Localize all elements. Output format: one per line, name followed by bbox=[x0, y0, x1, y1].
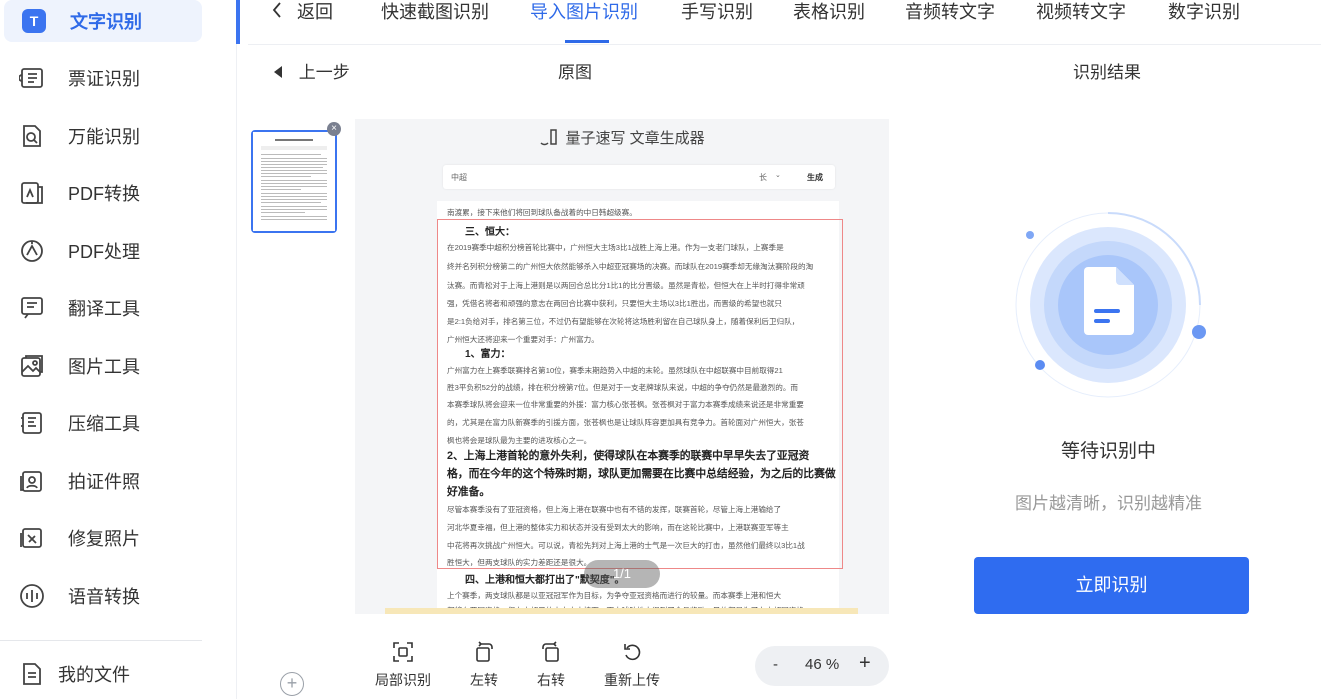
sidebar-item-id-photo[interactable]: 拍证件照 bbox=[0, 460, 236, 502]
sidebar-item-repair-photo[interactable]: 修复照片 bbox=[0, 517, 236, 559]
sidebar-item-label: 万能识别 bbox=[68, 127, 140, 147]
sidebar-item-label: 拍证件照 bbox=[68, 472, 140, 492]
image-preview: 量子速写 文章生成器 中超 长 ⌄ 生成 南渡累，接下来他们将回到球队备战着的中… bbox=[355, 119, 889, 614]
sidebar-item-compress[interactable]: 压缩工具 bbox=[0, 402, 236, 444]
add-image-icon[interactable]: + bbox=[280, 672, 304, 696]
sidebar-item-voice[interactable]: 语音转换 bbox=[0, 575, 236, 617]
tab-import-image[interactable]: 导入图片识别 bbox=[530, 0, 638, 44]
sidebar-item-translate[interactable]: 翻译工具 bbox=[0, 287, 236, 329]
sidebar: T 文字识别 票证识别 万能识别 PDF转换 PDF处理 翻译工具 图片工具 压… bbox=[0, 0, 237, 699]
prev-step-label: 上一步 bbox=[298, 63, 350, 82]
doc-intro: 南渡累，接下来他们将回到球队备战着的中日韩超级赛。 bbox=[447, 208, 637, 217]
sidebar-item-pdf-convert[interactable]: PDF转换 bbox=[0, 172, 236, 214]
tab-table[interactable]: 表格识别 bbox=[793, 0, 865, 44]
preview-generate-label: 生成 bbox=[807, 173, 823, 182]
sidebar-item-universal[interactable]: 万能识别 bbox=[0, 115, 236, 157]
text-recognition-icon: T bbox=[22, 9, 46, 33]
sidebar-item-image-tool[interactable]: 图片工具 bbox=[0, 345, 236, 387]
tab-quick-screenshot[interactable]: 快速截图识别 bbox=[381, 0, 489, 44]
chevron-left-icon bbox=[272, 0, 286, 24]
pdf-convert-icon bbox=[18, 179, 46, 207]
recognition-hint: 图片越清晰，识别越精准 bbox=[1015, 494, 1202, 513]
pen-icon bbox=[539, 127, 561, 151]
id-photo-icon bbox=[18, 467, 46, 495]
rotate-right-icon bbox=[542, 641, 559, 662]
sidebar-item-label: 翻译工具 bbox=[68, 299, 140, 319]
reupload-button[interactable]: 重新上传 bbox=[601, 640, 663, 690]
preview-chevron-icon: ⌄ bbox=[775, 172, 781, 179]
tab-video-to-text[interactable]: 视频转文字 bbox=[1036, 0, 1126, 44]
preview-input-text: 中超 bbox=[451, 173, 467, 182]
preview-app-title-row: 量子速写 文章生成器 bbox=[355, 127, 889, 151]
sidebar-item-text-recognition[interactable]: T 文字识别 bbox=[4, 0, 202, 42]
tab-audio-to-text[interactable]: 音频转文字 bbox=[905, 0, 995, 44]
sidebar-item-pdf-process[interactable]: PDF处理 bbox=[0, 230, 236, 272]
sidebar-item-ticket[interactable]: 票证识别 bbox=[0, 57, 236, 99]
preview-app-title: 量子速写 文章生成器 bbox=[565, 130, 705, 147]
compress-icon bbox=[18, 409, 46, 437]
detection-region-box bbox=[437, 219, 843, 569]
zoom-out-button[interactable]: - bbox=[773, 656, 778, 673]
sidebar-item-label: PDF处理 bbox=[68, 242, 140, 262]
zoom-control: - 46 % + bbox=[755, 646, 889, 686]
page-indicator: 1/1 bbox=[584, 560, 660, 588]
pdf-process-icon bbox=[18, 237, 46, 265]
zoom-in-button[interactable]: + bbox=[859, 652, 871, 675]
active-tab-underline bbox=[565, 40, 609, 43]
preview-input-bar: 中超 长 ⌄ 生成 bbox=[443, 165, 835, 189]
sidebar-item-label: 语音转换 bbox=[68, 587, 140, 607]
sidebar-divider bbox=[0, 640, 202, 641]
sidebar-item-label: PDF转换 bbox=[68, 184, 140, 204]
repair-photo-icon bbox=[18, 524, 46, 552]
tool-label: 右转 bbox=[537, 672, 565, 688]
sidebar-item-label: 我的文件 bbox=[58, 665, 130, 685]
rotate-left-button[interactable]: 左转 bbox=[466, 640, 502, 690]
reupload-icon bbox=[624, 644, 641, 661]
top-tab-bar: 返回 快速截图识别 导入图片识别 手写识别 表格识别 音频转文字 视频转文字 数… bbox=[248, 0, 1321, 45]
document-waiting-icon bbox=[1015, 212, 1206, 398]
sidebar-item-label: 票证识别 bbox=[68, 69, 140, 89]
zoom-value: 46 % bbox=[805, 656, 840, 673]
rotate-left-icon bbox=[476, 641, 493, 662]
translate-icon bbox=[18, 294, 46, 322]
sidebar-item-label: 修复照片 bbox=[68, 529, 140, 549]
recognition-status: 等待识别中 bbox=[1061, 441, 1157, 462]
caret-left-icon bbox=[274, 63, 284, 83]
back-label: 返回 bbox=[297, 2, 334, 22]
preview-length-select: 长 bbox=[759, 173, 767, 182]
document-edge-strip bbox=[385, 608, 858, 614]
waiting-illustration bbox=[1010, 205, 1210, 405]
my-files-icon bbox=[18, 660, 46, 688]
back-button[interactable]: 返回 bbox=[272, 0, 333, 44]
tool-label: 局部识别 bbox=[375, 672, 431, 688]
remove-thumbnail-icon[interactable]: × bbox=[327, 122, 341, 136]
partial-recognize-icon bbox=[393, 642, 413, 662]
prev-step-button[interactable]: 上一步 bbox=[274, 58, 350, 83]
sidebar-item-label: 图片工具 bbox=[68, 357, 140, 377]
voice-icon bbox=[18, 582, 46, 610]
thumbnail-preview-icon bbox=[253, 132, 335, 231]
doc-line: 上个赛季，两支球队都是以亚冠冠军作为目标，为争夺亚冠资格而进行的较量。而本赛季上… bbox=[447, 591, 782, 600]
partial-recognize-button[interactable]: 局部识别 bbox=[373, 640, 433, 690]
sidebar-item-my-files[interactable]: 我的文件 bbox=[0, 653, 236, 695]
tool-label: 左转 bbox=[470, 672, 498, 688]
original-label: 原图 bbox=[558, 63, 592, 82]
tab-digit[interactable]: 数字识别 bbox=[1168, 0, 1240, 44]
tool-label: 重新上传 bbox=[604, 672, 660, 688]
result-title: 识别结果 bbox=[1073, 63, 1141, 82]
active-accent-bar bbox=[236, 0, 240, 44]
scan-file-icon bbox=[18, 122, 46, 150]
recognize-now-button[interactable]: 立即识别 bbox=[974, 557, 1249, 614]
sidebar-item-label: 压缩工具 bbox=[68, 414, 140, 434]
tab-handwriting[interactable]: 手写识别 bbox=[681, 0, 753, 44]
image-thumbnail[interactable] bbox=[251, 130, 337, 233]
ticket-icon bbox=[18, 64, 46, 92]
sidebar-item-label: 文字识别 bbox=[70, 12, 142, 32]
image-tool-icon bbox=[18, 352, 46, 380]
rotate-right-button[interactable]: 右转 bbox=[533, 640, 569, 690]
